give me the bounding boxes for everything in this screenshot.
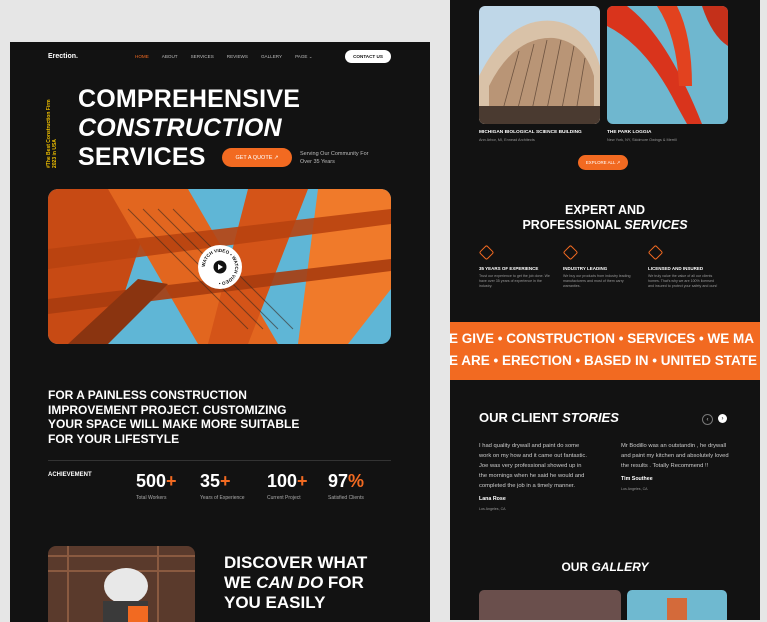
project-title: THE PARK LOGGIA — [607, 130, 652, 135]
feature-licensed: LICENSED AND INSURED We truly value the … — [647, 244, 720, 289]
gallery-heading: OUR GALLERY — [561, 560, 649, 574]
stat-suffix: + — [220, 471, 231, 491]
project-subtitle: New York, NY, Skidmore Owings & Merrill — [607, 138, 677, 142]
stat-number: 100 — [267, 471, 298, 491]
stat-satisfied: 97% Satisfied Clients — [328, 471, 364, 501]
reviewer-location: Los Angeles, CA — [621, 487, 648, 491]
next-arrow-button[interactable]: › — [718, 414, 727, 423]
stat-label: Current Project — [267, 495, 301, 501]
discover-heading: DISCOVER WHAT WE CAN DO FOR YOU EASILY — [224, 553, 368, 612]
feature-experience: 35 YEARS OF EXPERIENCE Trust our experie… — [478, 244, 551, 289]
feature-industry: INDUSTRY LEADING We buy our products fro… — [562, 244, 635, 289]
nav-about[interactable]: ABOUT — [162, 54, 178, 60]
stat-suffix: + — [166, 471, 177, 491]
vertical-tagline: #The Best Construction Firm 2023 in USA — [46, 99, 58, 168]
project-subtitle: Ann Arbor, MI, Ennead Architects — [479, 138, 535, 142]
watch-video-button[interactable]: WATCH VIDEO • WATCH VIDEO • — [198, 245, 242, 289]
worker-image — [48, 546, 195, 622]
stat-experience: 35+ Years of Experience — [200, 471, 245, 501]
intro-paragraph: FOR A PAINLESS CONSTRUCTION IMPROVEMENT … — [48, 388, 300, 446]
stat-number: 35 — [200, 471, 221, 491]
marquee-row-1: E GIVE • CONSTRUCTION • SERVICES • WE MA — [450, 331, 754, 346]
review-text: Mr Bodillo was an outstandin , he drywal… — [621, 443, 729, 469]
tag-icon — [478, 244, 495, 261]
marquee-row-2: E ARE • ERECTION • BASED IN • UNITED STA… — [450, 353, 757, 368]
landing-page-left: Erection. HOME ABOUT SERVICES REVIEWS GA… — [10, 42, 430, 622]
hero-title-line2: CONSTRUCTION — [78, 114, 282, 142]
get-a-quote-button[interactable]: GET A QUOTE ↗ — [222, 148, 292, 167]
stat-number: 97 — [328, 471, 349, 491]
tag-icon — [562, 244, 579, 261]
stat-number: 500 — [136, 471, 167, 491]
review-text: I had quality drywall and paint do some … — [479, 443, 587, 489]
tag-icon — [647, 244, 664, 261]
nav-reviews[interactable]: REVIEWS — [227, 54, 248, 60]
nav-home[interactable]: HOME — [135, 54, 149, 60]
stat-projects: 100+ Current Project — [267, 471, 308, 501]
reviewer-location: Los Angeles, CA — [479, 507, 506, 511]
contact-us-button[interactable]: CONTACT US — [345, 50, 391, 63]
stat-label: Satisfied Clients — [328, 495, 364, 501]
project-image-park-loggia[interactable] — [607, 6, 728, 124]
expert-heading: EXPERT AND PROFESSIONAL SERVICES — [522, 203, 688, 232]
stat-label: Years of Experience — [200, 495, 245, 501]
stat-suffix: + — [297, 471, 308, 491]
gallery-image[interactable] — [627, 590, 727, 620]
divider — [48, 460, 391, 461]
achievement-label: ACHIEVEMENT — [48, 472, 92, 478]
nav-gallery[interactable]: GALLERY — [261, 54, 282, 60]
nav-services[interactable]: SERVICES — [191, 54, 214, 60]
stat-suffix: % — [348, 471, 365, 491]
project-image-michigan[interactable] — [479, 6, 600, 124]
review-card: I had quality drywall and paint do some … — [479, 441, 589, 514]
logo[interactable]: Erection. — [48, 53, 78, 60]
main-nav: HOME ABOUT SERVICES REVIEWS GALLERY PAGE… — [135, 54, 326, 60]
hero-title-line1: COMPREHENSIVE — [78, 85, 301, 113]
nav-page-dropdown[interactable]: PAGE ⌄ — [295, 54, 313, 60]
reviewer-name: Lana Rose — [479, 496, 506, 502]
landing-page-right: MICHIGAN BIOLOGICAL SCIENCE BUILDING Ann… — [450, 0, 760, 620]
project-title: MICHIGAN BIOLOGICAL SCIENCE BUILDING — [479, 130, 582, 135]
hero-image: WATCH VIDEO • WATCH VIDEO • — [48, 189, 391, 344]
review-card: Mr Bodillo was an outstandin , he drywal… — [621, 441, 731, 494]
explore-all-button[interactable]: EXPLORE ALL ↗ — [578, 155, 628, 170]
hero-title-line3: SERVICES — [78, 143, 206, 171]
gallery-image[interactable] — [479, 590, 621, 620]
prev-arrow-button[interactable]: ‹ — [702, 414, 713, 425]
stat-label: Total Workers — [136, 495, 167, 501]
stat-workers: 500+ Total Workers — [136, 471, 177, 501]
serving-text: Serving Our Community For Over 35 Years — [300, 151, 369, 165]
marquee-band: E GIVE • CONSTRUCTION • SERVICES • WE MA… — [450, 322, 760, 380]
client-stories-heading: OUR CLIENT STORIES — [479, 410, 619, 425]
reviewer-name: Tim Southee — [621, 476, 653, 482]
